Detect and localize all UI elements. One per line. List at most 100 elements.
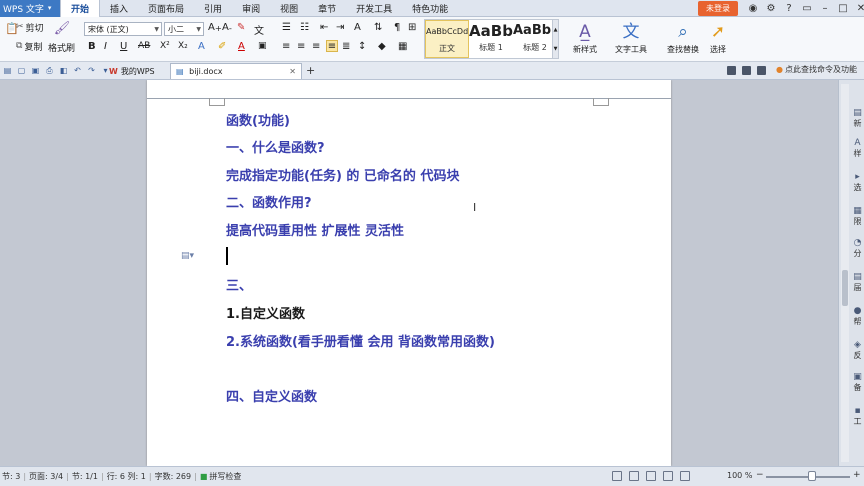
underline-icon[interactable]: U (120, 41, 127, 52)
skin-icon[interactable]: ◉ (746, 1, 760, 15)
char-border-icon[interactable]: ▣ (258, 41, 267, 51)
pane-item-new[interactable]: ▤ 新 (851, 108, 864, 129)
border-icon[interactable]: ▦ (398, 41, 407, 52)
decrease-indent-icon[interactable]: ⇤ (320, 22, 328, 33)
zoom-in-icon[interactable]: + (853, 470, 861, 480)
clear-format-icon[interactable]: ✎ (237, 22, 245, 33)
para-settings-icon[interactable]: ⊞ (408, 22, 416, 33)
doc-line-7[interactable]: 1.自定义函数 (226, 303, 305, 322)
pane-item-tools[interactable]: ▪ 工 (851, 406, 864, 427)
strikethrough-icon[interactable]: AB (138, 41, 150, 51)
scrollbar-thumb[interactable] (842, 270, 848, 306)
app-menu-button[interactable]: WPS 文字 ▾ (0, 0, 60, 17)
doc-line-8[interactable]: 2.系统函数(看手册看懂 会用 背函数常用函数) (226, 331, 495, 350)
tab-references[interactable]: 引用 (194, 0, 232, 17)
close-icon[interactable]: ✕ (854, 1, 864, 15)
share-icon[interactable] (742, 66, 751, 75)
text-effect-icon[interactable]: A (198, 41, 205, 52)
help-icon[interactable]: ? (782, 1, 796, 15)
pane-item-style[interactable]: A样 (851, 138, 864, 159)
doc-line-9[interactable]: 四、自定义函数 (226, 386, 317, 405)
new-doc-icon[interactable]: ▤ (2, 65, 13, 76)
doc-line-3[interactable]: 完成指定功能(任务) 的 已命名的 代码块 (226, 165, 459, 184)
doc-line-2[interactable]: 一、什么是函数? (226, 137, 325, 156)
status-spell-check[interactable]: 拼写检查 (209, 471, 241, 482)
tab-chapter[interactable]: 章节 (308, 0, 346, 17)
grow-font-icon[interactable]: A + (208, 22, 222, 33)
tab-features[interactable]: 特色功能 (402, 0, 458, 17)
phonetic-icon[interactable]: 文 (254, 22, 264, 37)
line-spacing-icon[interactable]: ↕ (358, 41, 366, 52)
text-tools-button[interactable]: 文 文字工具 (606, 20, 656, 60)
zoom-out-icon[interactable]: − (756, 470, 764, 480)
brush-icon[interactable]: 🖌 (50, 19, 74, 37)
pane-item-feedback[interactable]: ◈ 反 (851, 340, 864, 361)
restore-icon[interactable]: ▭ (800, 1, 814, 15)
new-tab-button[interactable]: + (306, 64, 315, 77)
redo-icon[interactable]: ↷ (86, 65, 97, 76)
maximize-icon[interactable]: □ (836, 1, 850, 15)
login-button[interactable]: 未登录 (698, 1, 738, 16)
print-icon[interactable]: ⎙ (44, 65, 55, 76)
bullet-list-icon[interactable]: ☰ (282, 22, 291, 33)
doc-line-1[interactable]: 函数(功能) (226, 110, 290, 129)
cut-button[interactable]: ✂ 剪切 (16, 21, 44, 34)
layout-icon[interactable] (727, 66, 736, 75)
tab-my-wps[interactable]: W 我的WPS (104, 63, 160, 79)
document-page[interactable]: 函数(功能) 一、什么是函数? 完成指定功能(任务) 的 已命名的 代码块 二、… (147, 80, 671, 466)
align-right-icon[interactable]: ≡ (312, 41, 320, 52)
pane-item-select[interactable]: ▸ 选 (851, 172, 864, 193)
pane-item-limit[interactable]: ▦ 限 (851, 206, 864, 227)
superscript-icon[interactable]: X² (160, 41, 170, 51)
zoom-level[interactable]: 100 % (727, 471, 752, 480)
outline-view-icon[interactable] (646, 471, 656, 481)
command-search[interactable]: ● 点此查找命令及功能 (776, 64, 857, 75)
tab-page-layout[interactable]: 页面布局 (138, 0, 194, 17)
tab-review[interactable]: 审阅 (232, 0, 270, 17)
style-normal[interactable]: AaBbCcDd 正文 (425, 20, 469, 58)
font-size-select[interactable]: 小二 ▼ (164, 22, 204, 36)
font-color-icon[interactable]: A (238, 41, 245, 52)
gallery-scroll[interactable]: ▲ ▼ (552, 19, 559, 59)
show-marks-icon[interactable]: ¶ (394, 22, 400, 33)
text-direction-icon[interactable]: A (354, 22, 361, 33)
status-page[interactable]: 页面: 3/4 (29, 471, 63, 482)
bold-icon[interactable]: B (88, 41, 96, 52)
subscript-icon[interactable]: X₂ (178, 41, 188, 51)
shading-icon[interactable]: ◆ (378, 41, 386, 52)
style-heading-2[interactable]: AaBb( 标题 2 (513, 20, 557, 58)
format-painter-button[interactable]: 格式刷 (48, 41, 75, 54)
print-preview-icon[interactable]: ◧ (58, 65, 69, 76)
tab-view[interactable]: 视图 (270, 0, 308, 17)
new-style-button[interactable]: A̲ 新样式 (560, 20, 610, 60)
italic-icon[interactable]: I (104, 41, 107, 52)
close-icon[interactable]: ✕ (289, 67, 296, 76)
doc-line-6[interactable]: 三、 (226, 275, 252, 294)
status-word-count[interactable]: 字数: 269 (155, 471, 192, 482)
doc-line-4[interactable]: 二、函数作用? (226, 192, 312, 211)
doc-line-5[interactable]: 提高代码重用性 扩展性 灵活性 (226, 220, 404, 239)
read-mode-icon[interactable] (612, 471, 622, 481)
page-view-icon[interactable] (629, 471, 639, 481)
vertical-scrollbar[interactable] (841, 84, 849, 462)
tab-developer[interactable]: 开发工具 (346, 0, 402, 17)
highlight-icon[interactable]: ✐ (218, 41, 226, 52)
style-heading-1[interactable]: AaBb 标题 1 (469, 20, 513, 58)
zoom-slider-knob[interactable] (808, 471, 816, 481)
gear-icon[interactable]: ⚙ (764, 1, 778, 15)
minimize-icon[interactable]: – (818, 1, 832, 15)
open-icon[interactable]: ▢ (16, 65, 27, 76)
shrink-font-icon[interactable]: A- (222, 22, 232, 33)
undo-icon[interactable]: ↶ (72, 65, 83, 76)
pane-item-share[interactable]: ◔ 分 (851, 238, 864, 259)
distribute-icon[interactable]: ≣ (342, 41, 350, 52)
tab-document[interactable]: ▤ biji.docx ✕ (170, 63, 302, 79)
align-center-icon[interactable]: ≡ (297, 41, 305, 52)
pane-item-attr[interactable]: ▤ 届 (851, 272, 864, 293)
eye-protect-icon[interactable] (680, 471, 690, 481)
select-button[interactable]: ➚ 选择 (700, 20, 736, 60)
tab-insert[interactable]: 插入 (100, 0, 138, 17)
copy-button[interactable]: ⧉ 复制 (16, 40, 42, 53)
pane-item-help[interactable]: ● 帮 (851, 306, 864, 327)
numbered-list-icon[interactable]: ☷ (300, 22, 309, 33)
